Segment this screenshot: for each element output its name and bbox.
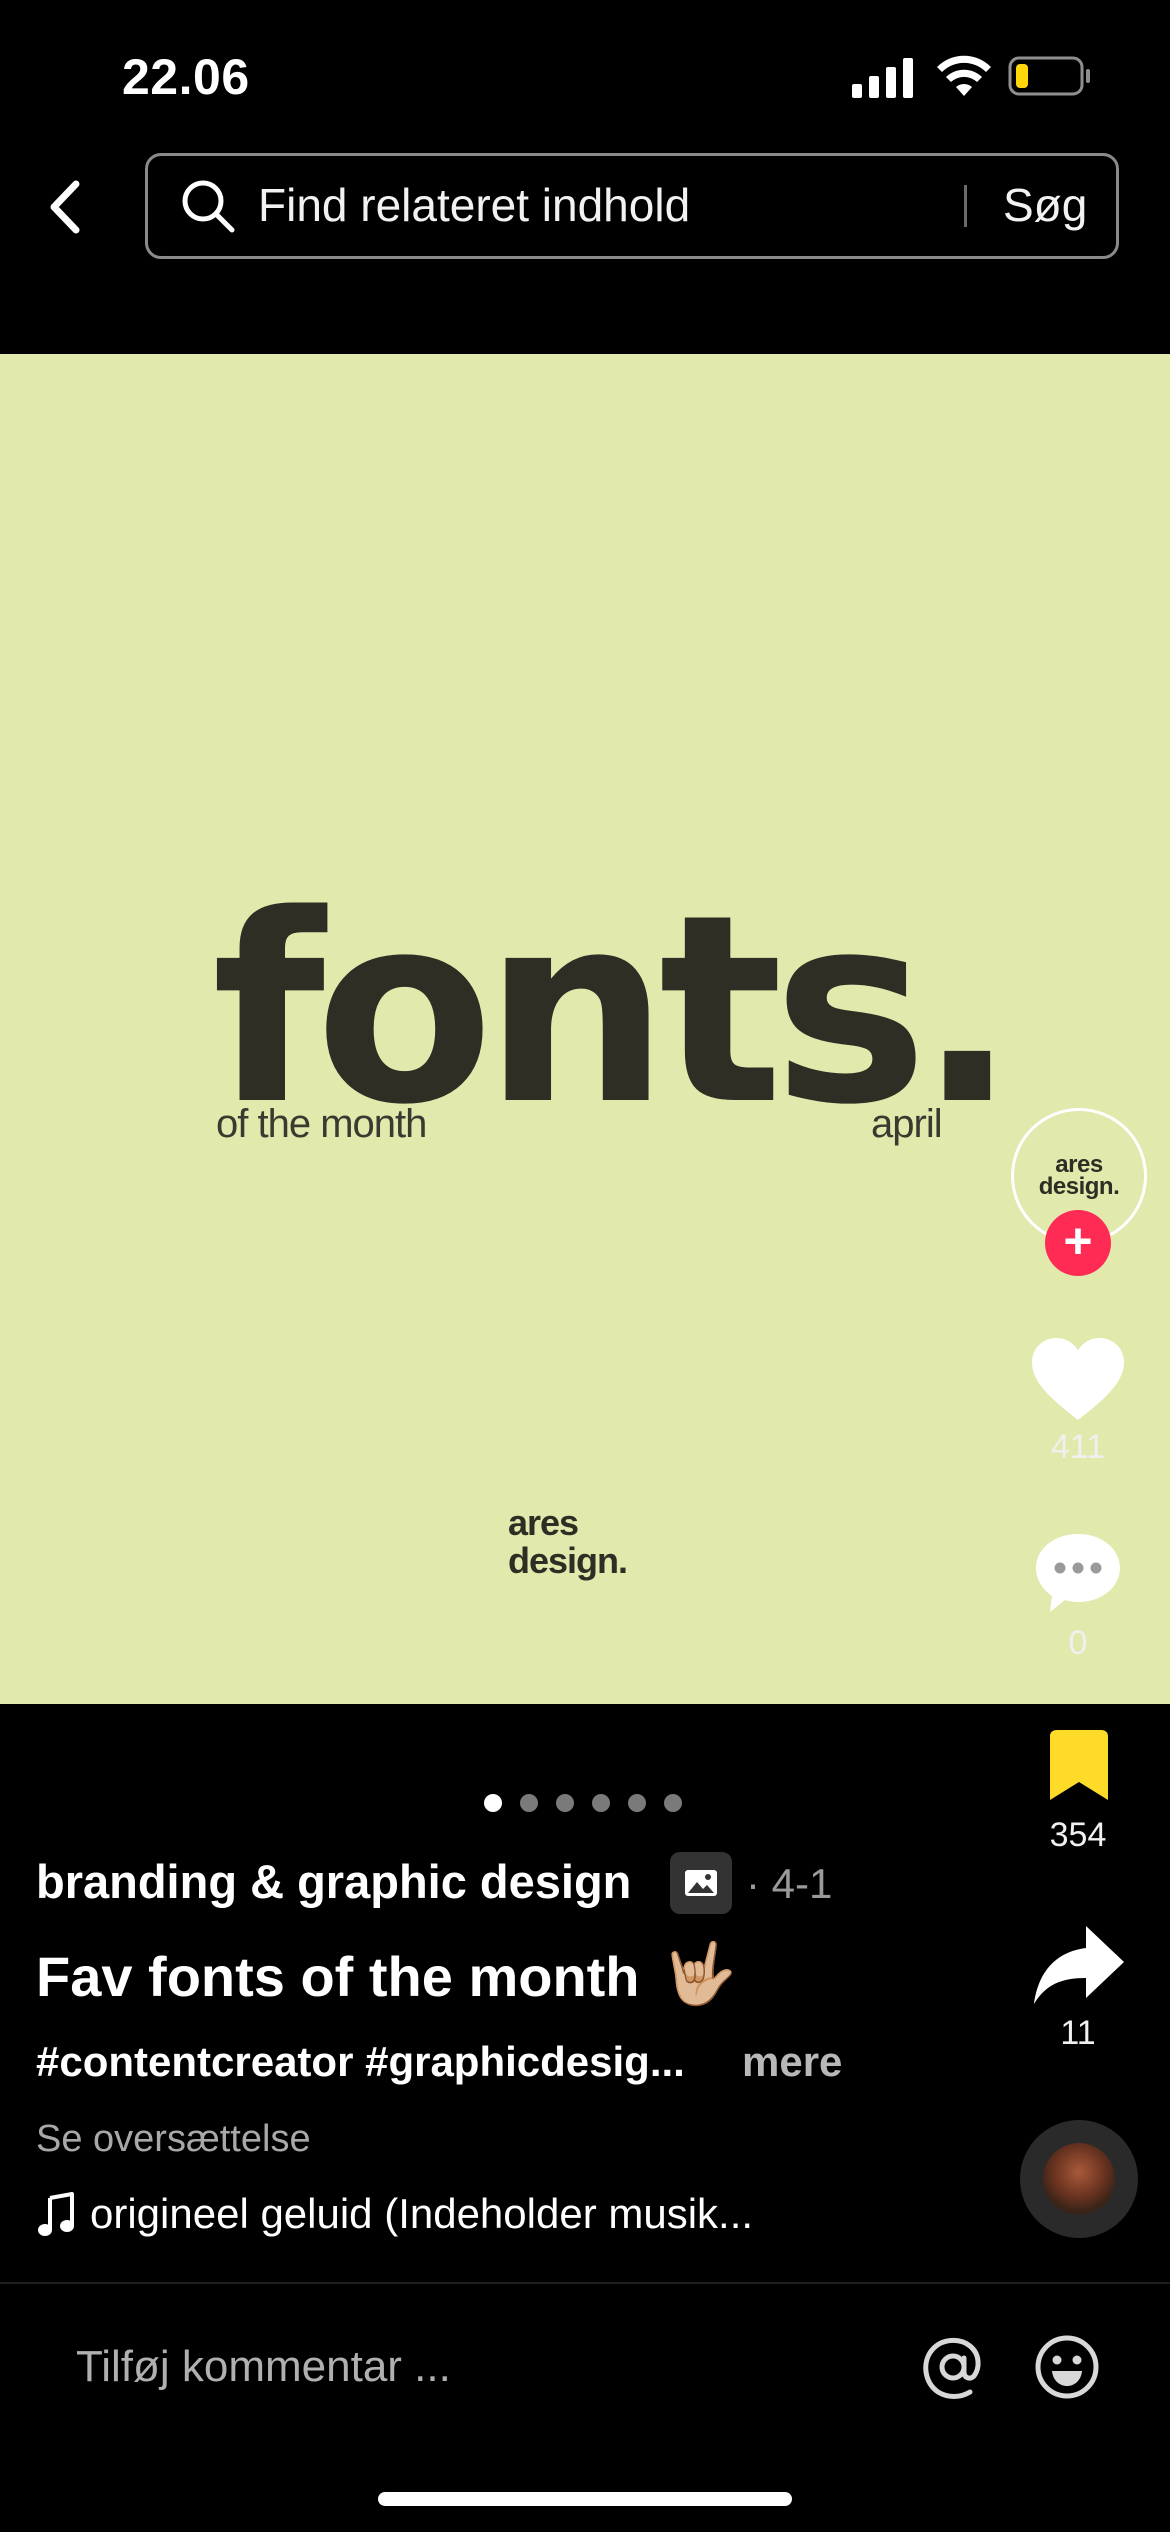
home-indicator (378, 2492, 792, 2506)
follow-button[interactable]: + (1045, 1210, 1111, 1276)
rock-hand-emoji: 🤟🏼 (662, 1940, 737, 2007)
author-name[interactable]: branding & graphic design (36, 1854, 631, 1909)
search-divider (964, 185, 967, 227)
post-date: · 4-1 (746, 1860, 833, 1907)
music-disc[interactable] (1020, 2120, 1138, 2238)
avatar-logo-line2: design. (1038, 1173, 1120, 1200)
back-arrow-icon[interactable] (42, 178, 92, 236)
comment-bar-divider (0, 2282, 1170, 2284)
media-left-caption: of the month (216, 1102, 427, 1146)
carousel-dot (520, 1794, 538, 1812)
post-title: Fav fonts of the month (36, 1945, 640, 2008)
emoji-icon[interactable] (1034, 2334, 1100, 2400)
media-logo-line2: design. (508, 1540, 628, 1581)
post-hashtags[interactable]: #contentcreator #graphicdesig... (36, 2038, 685, 2086)
carousel-dot (556, 1794, 574, 1812)
carousel-dot (628, 1794, 646, 1812)
more-link[interactable]: mere (742, 2038, 842, 2086)
carousel-dot (484, 1794, 502, 1812)
like-count: 411 (1050, 1428, 1106, 1466)
comment-count: 0 (1068, 1624, 1088, 1662)
music-title[interactable]: origineel geluid (Indeholder musik... (90, 2190, 753, 2238)
bookmark-icon[interactable] (1044, 1728, 1114, 1804)
carousel-indicator (484, 1794, 682, 1812)
comment-input[interactable]: Tilføj kommentar ... (76, 2342, 451, 2392)
cellular-signal-icon (852, 58, 913, 98)
carousel-dot (664, 1794, 682, 1812)
media-brand-logo: ares design. (508, 1502, 628, 1581)
music-cover-image (1043, 2143, 1115, 2215)
media-logo-line1: ares (508, 1502, 579, 1543)
wifi-icon (937, 55, 991, 96)
media-right-caption: april (871, 1102, 943, 1146)
translate-link[interactable]: Se oversættelse (36, 2118, 311, 2161)
heart-icon[interactable] (1030, 1336, 1126, 1422)
music-note-icon (38, 2192, 74, 2236)
carousel-dot (592, 1794, 610, 1812)
search-button[interactable]: Søg (1003, 178, 1087, 232)
comment-icon[interactable] (1032, 1530, 1124, 1616)
photo-icon (670, 1852, 732, 1914)
status-time: 22.06 (122, 49, 250, 105)
share-count: 11 (1060, 2014, 1096, 2052)
share-arrow-icon[interactable] (1032, 1922, 1126, 2006)
mention-icon[interactable] (920, 2334, 986, 2400)
battery-icon (1008, 56, 1090, 96)
search-icon (182, 180, 235, 233)
bookmark-count: 354 (1049, 1816, 1107, 1854)
search-placeholder[interactable]: Find relateret indhold (258, 178, 690, 232)
